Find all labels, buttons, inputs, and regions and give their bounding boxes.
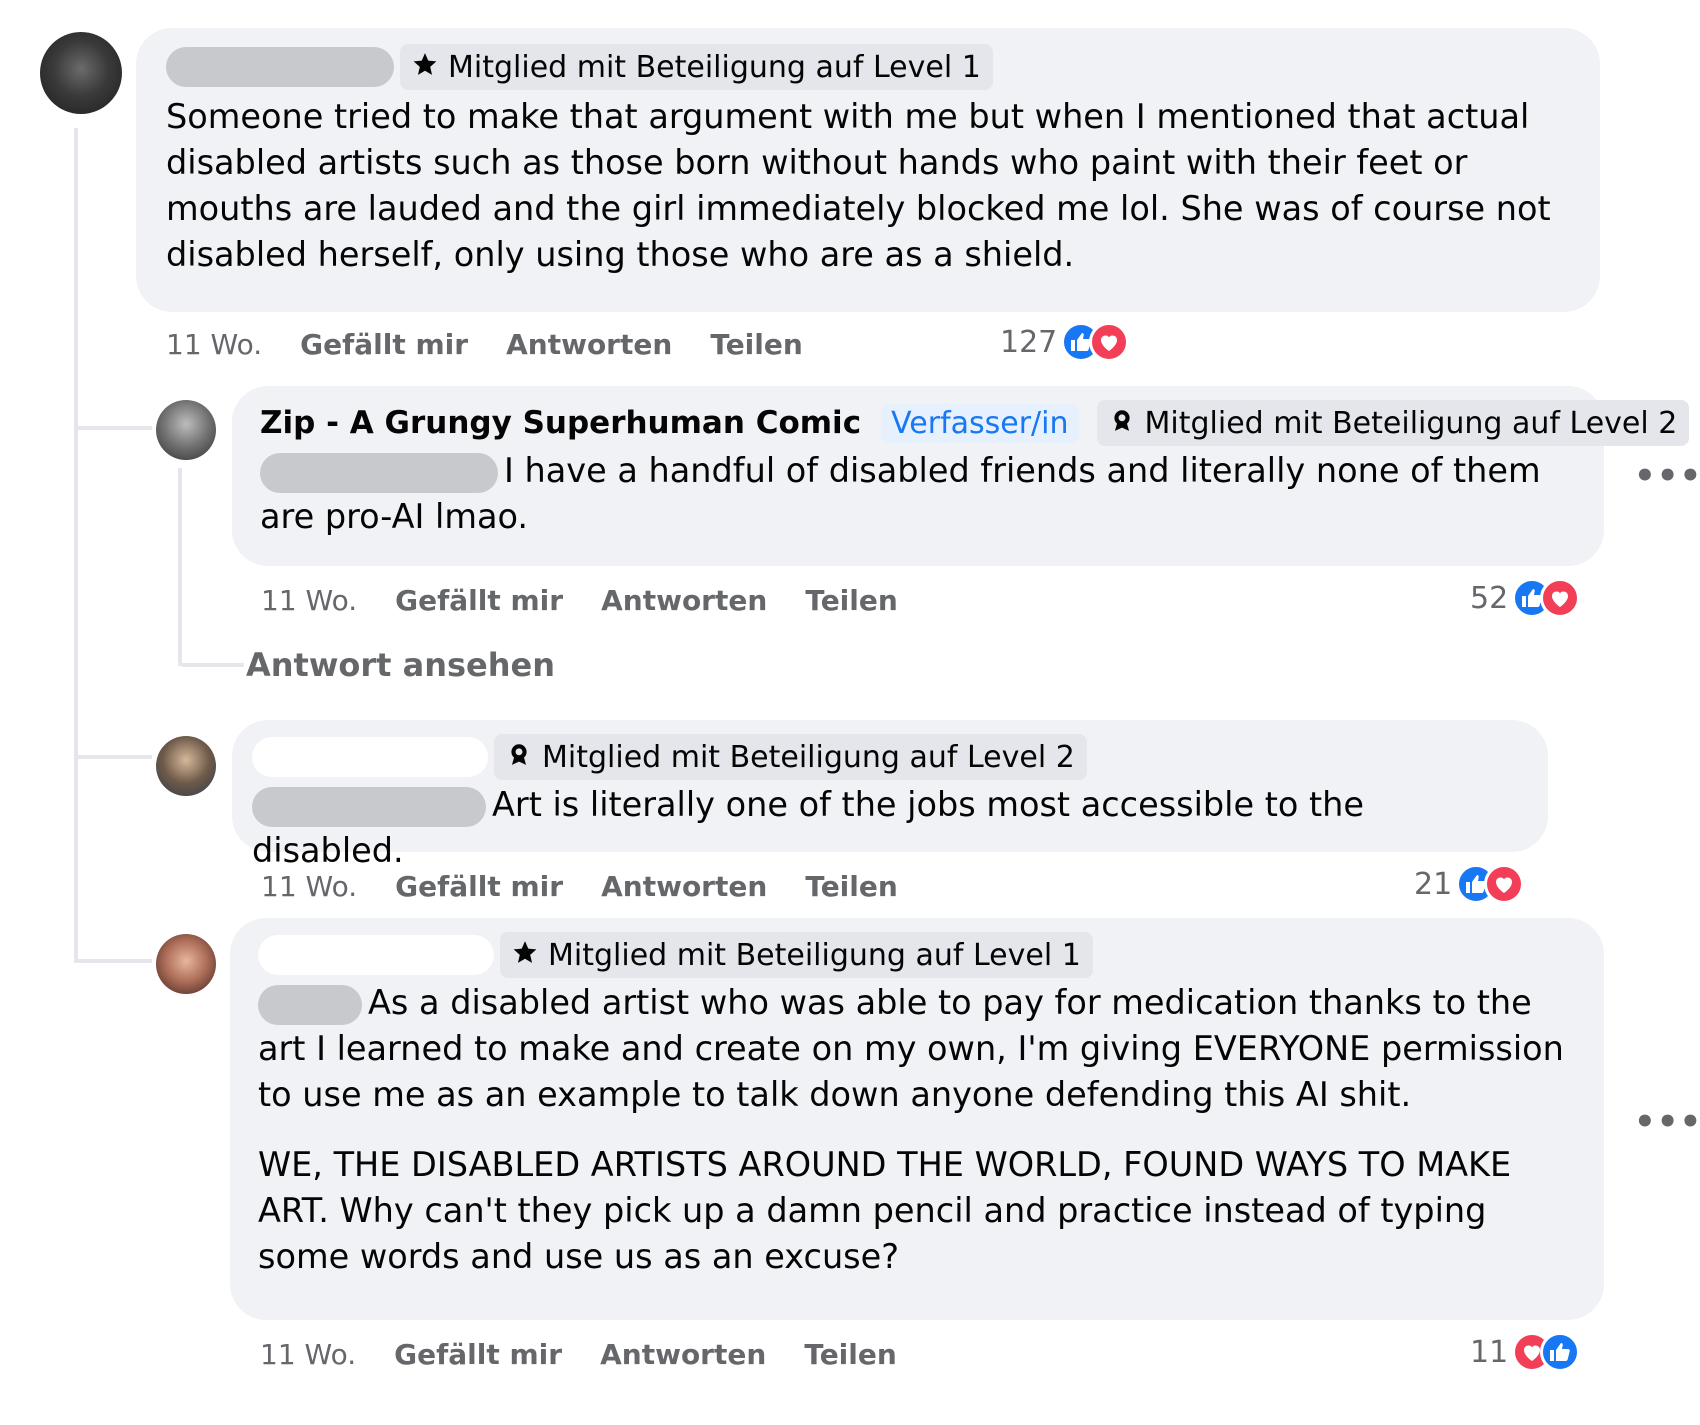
rosette-icon <box>506 740 532 775</box>
like-button[interactable]: Gefällt mir <box>394 1338 562 1371</box>
member-badge[interactable]: Mitglied mit Beteiligung auf Level 1 <box>500 932 1093 978</box>
share-button[interactable]: Teilen <box>710 328 803 361</box>
reply-thread-line <box>178 468 182 666</box>
love-icon <box>1540 578 1581 618</box>
like-icon <box>1540 1332 1581 1372</box>
comment-text: Someone tried to make that argument with… <box>166 97 1551 274</box>
badge-label: Mitglied mit Beteiligung auf Level 2 <box>542 739 1075 775</box>
share-button[interactable]: Teilen <box>805 584 898 617</box>
member-badge[interactable]: Mitglied mit Beteiligung auf Level 1 <box>400 44 993 90</box>
badge-label: Mitglied mit Beteiligung auf Level 2 <box>1144 405 1678 441</box>
love-icon <box>1089 322 1130 362</box>
like-button[interactable]: Gefällt mir <box>395 870 563 903</box>
author-name-redacted[interactable] <box>166 47 394 87</box>
share-button[interactable]: Teilen <box>804 1338 897 1371</box>
reply-thread-connector <box>182 663 244 667</box>
reaction-count: 52 <box>1470 580 1509 616</box>
reaction-count: 21 <box>1414 866 1453 902</box>
reply-button[interactable]: Antworten <box>601 870 767 903</box>
comment-actions: 11 Wo. Gefällt mir Antworten Teilen <box>261 866 936 906</box>
comment-header: Mitglied mit Beteiligung auf Level 1 <box>166 44 1572 90</box>
thread-line <box>74 128 78 963</box>
avatar[interactable] <box>156 934 216 994</box>
love-icon <box>1484 864 1525 904</box>
author-tag: Verfasser/in <box>881 403 1079 443</box>
comment-text: Art is literally one of the jobs most ac… <box>252 782 1520 874</box>
thread-connector <box>78 755 152 759</box>
author-name-redacted[interactable] <box>258 935 494 975</box>
reactions[interactable]: 127 <box>1000 322 1130 362</box>
avatar[interactable] <box>156 400 216 460</box>
comment-actions: 11 Wo. Gefällt mir Antworten Teilen <box>166 324 841 364</box>
author-name-redacted[interactable] <box>252 737 488 777</box>
reaction-count: 11 <box>1470 1334 1509 1370</box>
avatar[interactable] <box>40 32 122 114</box>
member-badge[interactable]: Mitglied mit Beteiligung auf Level 2 <box>1096 400 1690 446</box>
thread-connector <box>78 426 152 430</box>
reactions[interactable]: 52 <box>1470 578 1581 618</box>
comment-actions: 11 Wo. Gefällt mir Antworten Teilen <box>261 580 936 620</box>
badge-label: Mitglied mit Beteiligung auf Level 1 <box>548 937 1081 973</box>
comment-header: Mitglied mit Beteiligung auf Level 1 <box>258 932 1576 978</box>
star-icon <box>412 50 438 85</box>
more-options-icon[interactable]: ••• <box>1634 456 1700 496</box>
mention-redacted[interactable] <box>252 786 486 827</box>
mention-redacted[interactable] <box>260 452 498 493</box>
star-icon <box>512 938 538 973</box>
reply-button[interactable]: Antworten <box>601 584 767 617</box>
timestamp[interactable]: 11 Wo. <box>261 870 357 903</box>
comment-bubble: Mitglied mit Beteiligung auf Level 2 Art… <box>232 720 1548 870</box>
comment-bubble: Zip - A Grungy Superhuman Comic Verfasse… <box>232 386 1690 566</box>
comment-text-body: As a disabled artist who was able to pay… <box>258 983 1564 1114</box>
comment-text: As a disabled artist who was able to pay… <box>258 980 1576 1280</box>
comment-header: Mitglied mit Beteiligung auf Level 2 <box>252 734 1520 780</box>
reactions[interactable]: 11 <box>1470 1332 1581 1372</box>
comment-bubble: Mitglied mit Beteiligung auf Level 1 As … <box>230 918 1604 1320</box>
reply-button[interactable]: Antworten <box>506 328 672 361</box>
comment-text-body: WE, THE DISABLED ARTISTS AROUND THE WORL… <box>258 1145 1512 1276</box>
reply-button[interactable]: Antworten <box>600 1338 766 1371</box>
timestamp[interactable]: 11 Wo. <box>260 1338 356 1371</box>
timestamp[interactable]: 11 Wo. <box>261 584 357 617</box>
thread-connector <box>78 959 152 963</box>
reactions[interactable]: 21 <box>1414 864 1525 904</box>
more-options-icon[interactable]: ••• <box>1634 1102 1700 1142</box>
comment-bubble: Mitglied mit Beteiligung auf Level 1 Som… <box>136 28 1600 312</box>
badge-label: Mitglied mit Beteiligung auf Level 1 <box>448 49 981 85</box>
mention-redacted[interactable] <box>258 984 362 1025</box>
avatar[interactable] <box>156 736 216 796</box>
share-button[interactable]: Teilen <box>805 870 898 903</box>
comment-actions: 11 Wo. Gefällt mir Antworten Teilen <box>260 1334 935 1374</box>
rosette-icon <box>1109 406 1135 441</box>
comment-text: I have a handful of disabled friends and… <box>260 448 1576 540</box>
reaction-count: 127 <box>1000 324 1058 360</box>
author-name[interactable]: Zip - A Grungy Superhuman Comic <box>260 405 861 441</box>
like-button[interactable]: Gefällt mir <box>395 584 563 617</box>
like-button[interactable]: Gefällt mir <box>300 328 468 361</box>
timestamp[interactable]: 11 Wo. <box>166 328 262 361</box>
view-replies-link[interactable]: Antwort ansehen <box>246 646 555 684</box>
member-badge[interactable]: Mitglied mit Beteiligung auf Level 2 <box>494 734 1087 780</box>
comment-header: Zip - A Grungy Superhuman Comic Verfasse… <box>260 400 1690 446</box>
